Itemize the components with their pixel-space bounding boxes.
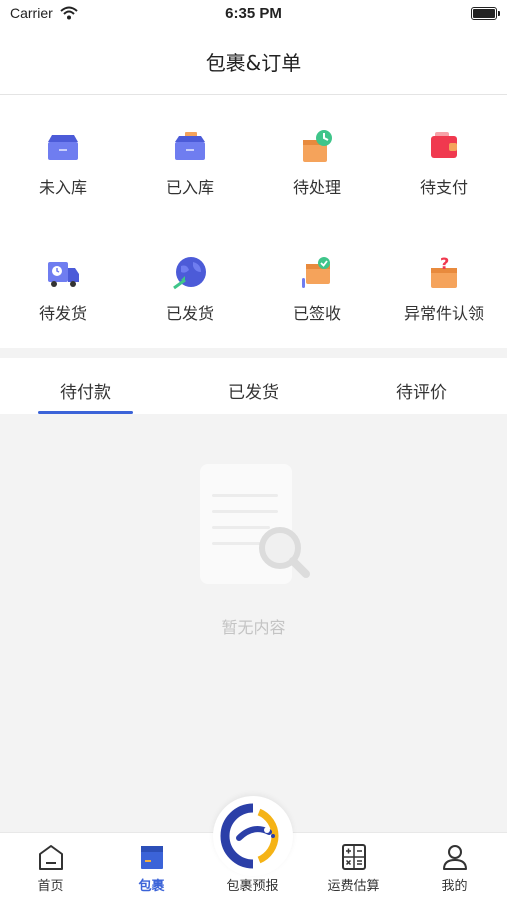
grid-item-label: 待发货 (38, 304, 87, 323)
grid-item-label: 已发货 (165, 304, 214, 323)
grid-item-label: 待支付 (419, 178, 468, 197)
grid-item-label: 异常件认领 (403, 304, 484, 323)
clock: 6:35 PM (225, 5, 282, 22)
package-clock-icon (298, 128, 336, 166)
tab-label: 待付款 (60, 383, 111, 403)
package-icon (137, 843, 167, 871)
tabbar-label: 我的 (441, 879, 468, 894)
grid-item-pending[interactable]: 待处理 (254, 128, 380, 228)
tabbar-label: 包裹 (138, 879, 165, 894)
grid-item-stored[interactable]: 已入库 (127, 128, 253, 228)
tabbar-label: 包裹预报 (226, 879, 279, 894)
grid-item-not-stored[interactable]: 未入库 (0, 128, 126, 228)
empty-state-text: 暂无内容 (221, 618, 286, 637)
grid-item-label: 待处理 (292, 178, 341, 197)
package-forecast-center-button[interactable] (213, 796, 293, 876)
tab-pending-payment[interactable]: 待付款 (38, 358, 133, 414)
tabbar-item-shipping-estimate[interactable]: 运费估算 (303, 833, 404, 900)
tab-label: 已发货 (228, 383, 279, 403)
order-status-grid: 未入库 已入库 待处理 待支付 待发货 已发货 已签收 ? 异常件认领 (0, 96, 507, 348)
svg-text:?: ? (440, 254, 449, 273)
grid-item-received[interactable]: 已签收 (254, 254, 380, 354)
tabbar-item-me[interactable]: 我的 (404, 833, 505, 900)
tabbar-item-home[interactable]: 首页 (0, 833, 101, 900)
grid-item-label: 未入库 (38, 178, 87, 197)
status-bar: Carrier 6:35 PM (0, 0, 507, 28)
box-open-icon (44, 128, 82, 166)
wallet-icon (425, 128, 463, 166)
grid-item-shipped[interactable]: 已发货 (127, 254, 253, 354)
tab-shipped[interactable]: 已发货 (206, 358, 301, 414)
tabbar-label: 运费估算 (327, 879, 380, 894)
package-question-icon: ? (425, 254, 463, 292)
order-tabs: 待付款 已发货 待评价 (0, 358, 507, 414)
order-list-area: 暂无内容 (0, 414, 507, 832)
battery-icon (471, 7, 500, 20)
empty-document-search-icon (198, 464, 310, 584)
tabbar-label: 首页 (37, 879, 64, 894)
box-stored-icon (171, 128, 209, 166)
home-icon (36, 843, 66, 871)
section-divider (0, 348, 507, 358)
tab-to-review[interactable]: 待评价 (374, 358, 469, 414)
grid-item-exception-claim[interactable]: ? 异常件认领 (381, 254, 507, 354)
grid-item-label: 已签收 (292, 304, 341, 323)
grid-item-label: 已入库 (165, 178, 214, 197)
grid-item-to-pay[interactable]: 待支付 (381, 128, 507, 228)
globe-plane-icon (171, 254, 209, 292)
nav-bar: 包裹&订单 (0, 28, 507, 95)
grid-item-to-ship[interactable]: 待发货 (0, 254, 126, 354)
tabbar-item-package[interactable]: 包裹 (101, 833, 202, 900)
tab-label: 待评价 (396, 383, 447, 403)
page-title: 包裹&订单 (205, 51, 302, 75)
truck-clock-icon (44, 254, 82, 292)
package-check-icon (298, 254, 336, 292)
user-icon (440, 843, 470, 871)
calculator-icon (339, 843, 369, 871)
